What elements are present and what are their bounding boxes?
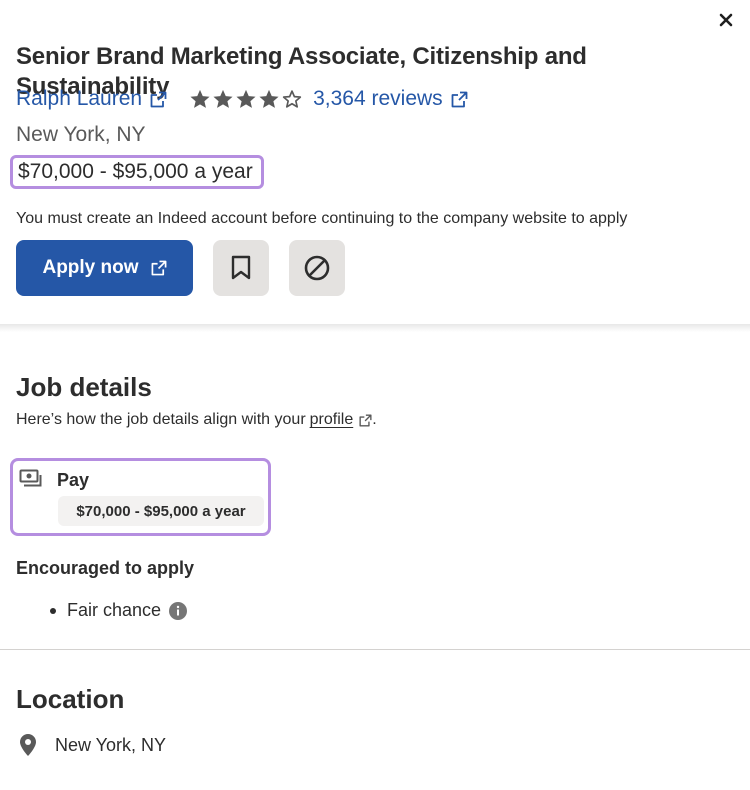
external-link-icon xyxy=(359,413,372,427)
star-icon xyxy=(190,89,210,108)
encouraged-heading: Encouraged to apply xyxy=(16,558,195,578)
external-link-icon xyxy=(151,260,167,276)
money-icon xyxy=(19,469,43,494)
close-icon xyxy=(719,13,733,27)
star-icon xyxy=(236,89,256,108)
profile-link-label: profile xyxy=(309,411,354,428)
star-empty-icon xyxy=(282,90,302,108)
subtitle-period: . xyxy=(372,411,377,428)
apply-now-button[interactable]: Apply now xyxy=(16,240,193,296)
pay-value-chip: $70,000 - $95,000 a year xyxy=(58,496,264,526)
not-interested-button[interactable] xyxy=(289,240,345,296)
not-interested-icon xyxy=(304,255,330,281)
list-item: Fair chance xyxy=(50,600,188,621)
location-row: New York, NY xyxy=(20,734,166,756)
company-name: Ralph Lauren xyxy=(16,87,143,110)
close-button[interactable] xyxy=(714,8,738,32)
reviews-count: 3,364 reviews xyxy=(313,87,443,110)
job-details-subtitle: Here’s how the job details align with yo… xyxy=(16,411,377,429)
job-details-heading: Job details xyxy=(16,372,152,402)
header-divider-shadow xyxy=(0,324,750,332)
salary-highlight: $70,000 - $95,000 a year xyxy=(10,155,264,189)
section-divider xyxy=(0,649,750,650)
job-detail-pane: Senior Brand Marketing Associate, Citize… xyxy=(0,0,750,790)
salary-text: $70,000 - $95,000 a year xyxy=(18,160,253,183)
external-link-icon xyxy=(150,91,167,108)
account-notice: You must create an Indeed account before… xyxy=(16,210,628,227)
location-pin-icon xyxy=(20,734,36,756)
profile-link[interactable]: profile xyxy=(310,411,373,429)
company-rating-row: Ralph Lauren 3,364 reviews xyxy=(16,84,468,114)
pay-label: Pay xyxy=(57,470,90,490)
location-value: New York, NY xyxy=(55,734,167,755)
star-icon xyxy=(213,89,233,108)
save-job-button[interactable] xyxy=(213,240,269,296)
bullet xyxy=(50,607,56,614)
job-location: New York, NY xyxy=(16,123,146,146)
location-heading: Location xyxy=(16,684,125,714)
info-icon[interactable] xyxy=(169,601,188,620)
job-details-subtitle-text: Here’s how the job details align with yo… xyxy=(16,411,306,428)
pay-highlight-box: Pay $70,000 - $95,000 a year xyxy=(10,458,271,536)
external-link-icon xyxy=(451,91,468,108)
reviews-link[interactable]: 3,364 reviews xyxy=(313,87,468,111)
job-header-card: Senior Brand Marketing Associate, Citize… xyxy=(0,0,750,326)
star-icon xyxy=(259,89,279,108)
fair-chance-label: Fair chance xyxy=(67,600,162,620)
rating-stars xyxy=(189,88,303,110)
bookmark-icon xyxy=(231,255,251,280)
apply-now-label: Apply now xyxy=(42,257,139,278)
company-link[interactable]: Ralph Lauren xyxy=(16,87,167,111)
